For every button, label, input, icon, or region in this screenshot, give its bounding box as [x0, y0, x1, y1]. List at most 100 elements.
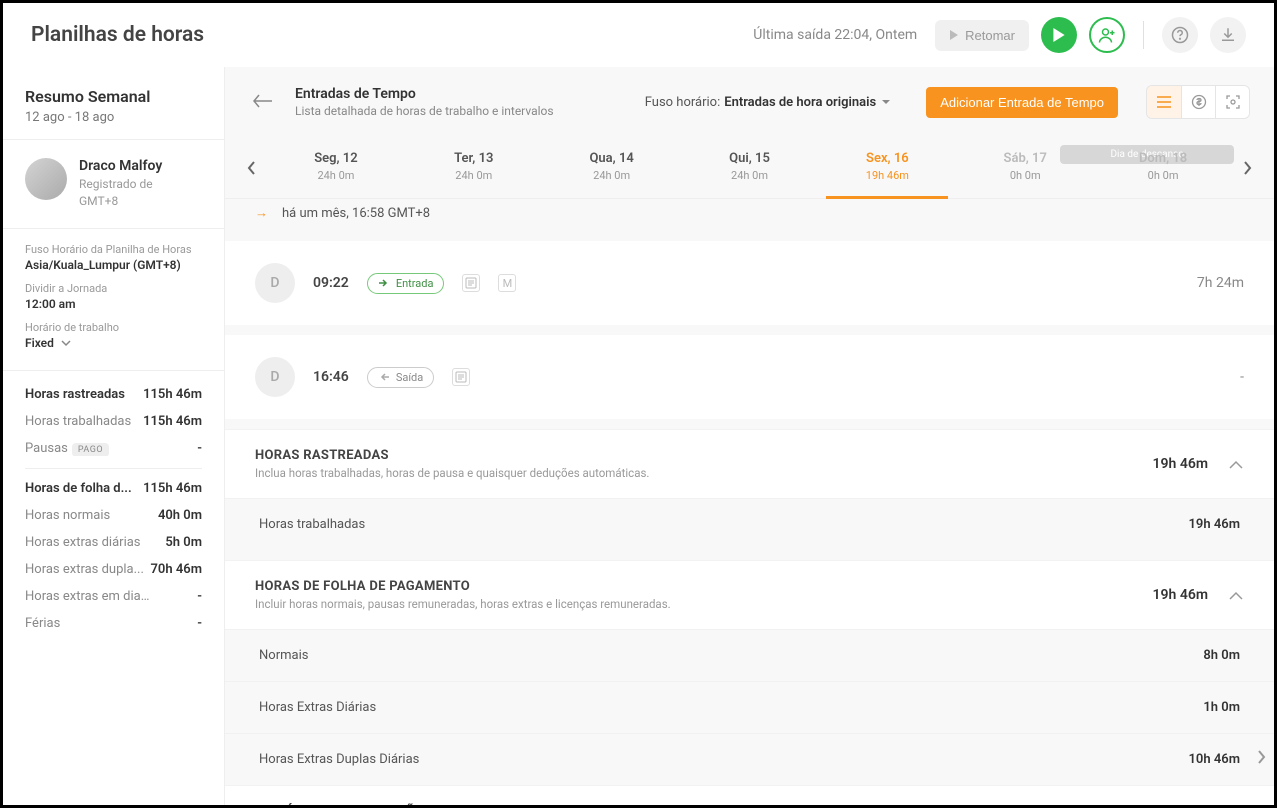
entry-chip: Entrada [367, 273, 445, 294]
sub-row: Horas Extras Diárias1h 0m [225, 681, 1274, 733]
chevron-left-icon [247, 160, 257, 176]
main-title: Entradas de Tempo [295, 86, 554, 102]
normal-k: Horas normais [25, 508, 110, 523]
holidays-v: - [197, 616, 202, 631]
back-button[interactable] [249, 88, 277, 116]
main-subtitle: Lista detalhada de horas de trabalho e i… [295, 104, 554, 118]
entry-duration: - [1240, 369, 1244, 385]
time-entry-row[interactable]: D 16:46 Saída - [225, 335, 1274, 419]
day-tab[interactable]: Seg, 12 24h 0m [267, 137, 405, 198]
download-button[interactable] [1210, 17, 1246, 53]
day-label: Dom, 18 [1094, 151, 1232, 166]
user-add-icon [1098, 26, 1116, 44]
chevron-down-icon [60, 337, 72, 349]
sub-row: Horas trabalhadas 19h 46m [225, 498, 1274, 550]
tracked-section-title: HORAS RASTREADAS [255, 448, 1153, 463]
next-week-button[interactable] [1232, 138, 1262, 198]
view-focus-button[interactable] [1215, 86, 1249, 118]
entry-avatar: D [255, 263, 295, 303]
user-name: Draco Malfoy [79, 158, 162, 174]
manual-badge: M [498, 274, 516, 292]
tz-sheet-label: Fuso Horário da Planilha de Horas [25, 243, 202, 256]
day-tab[interactable]: Ter, 13 24h 0m [405, 137, 543, 198]
chevron-right-icon [1242, 160, 1252, 176]
rest-ot-v: - [197, 589, 202, 604]
resume-button[interactable]: Retomar [935, 20, 1029, 51]
entry-time: 16:46 [313, 369, 349, 385]
download-icon [1219, 26, 1237, 44]
note-icon[interactable] [462, 274, 480, 292]
tz-dropdown[interactable]: Fuso horário: Entradas de hora originais [645, 95, 892, 110]
focus-icon [1225, 94, 1241, 110]
normal-v: 40h 0m [158, 508, 202, 523]
pauses-v: - [197, 441, 202, 456]
user-avatar [25, 158, 67, 200]
sub-row: Horas Extras Duplas Diárias10h 46m [225, 733, 1274, 785]
sub-row-key: Horas trabalhadas [259, 517, 365, 532]
day-label: Sáb, 17 [956, 151, 1094, 166]
play-button[interactable] [1041, 17, 1077, 53]
tz-sheet-value: Asia/Kuala_Lumpur (GMT+8) [25, 258, 202, 272]
entry-avatar: D [255, 357, 295, 397]
tracked-k: Horas rastreadas [25, 387, 125, 402]
collapse-payroll-button[interactable] [1228, 586, 1244, 605]
worked-k: Horas trabalhadas [25, 414, 131, 429]
date-range: 12 ago - 18 ago [25, 110, 202, 125]
prev-week-button[interactable] [237, 138, 267, 198]
view-money-button[interactable] [1181, 86, 1215, 118]
payroll-section-sub: Incluir horas normais, pausas remunerada… [255, 597, 1153, 611]
page-title: Planilhas de horas [31, 23, 741, 47]
chevron-up-icon [1228, 460, 1244, 470]
day-hours: 24h 0m [543, 169, 681, 182]
history-section-title: HISTÓRICO DE ALTERAÇÕES [255, 804, 1196, 805]
day-label: Qua, 14 [543, 151, 681, 166]
arrow-right-icon: → [255, 205, 268, 221]
day-tab[interactable]: Qua, 14 24h 0m [543, 137, 681, 198]
add-user-button[interactable] [1089, 17, 1125, 53]
sub-row-val: 1h 0m [1203, 700, 1240, 715]
schedule-dropdown[interactable]: Fixed [25, 336, 202, 350]
help-icon [1171, 26, 1189, 44]
time-entry-row[interactable]: D 09:22 Entrada M 7h 24m [225, 241, 1274, 325]
divider [25, 468, 202, 469]
day-label: Ter, 13 [405, 151, 543, 166]
schedule-value: Fixed [25, 336, 54, 350]
holidays-k: Férias [25, 616, 60, 631]
day-hours: 24h 0m [405, 169, 543, 182]
day-tab[interactable]: Sex, 1619h 46m [818, 137, 956, 198]
tz-label: Fuso horário: [645, 95, 721, 110]
add-entry-button[interactable]: Adicionar Entrada de Tempo [926, 87, 1118, 118]
double-ot-v: 70h 46m [151, 562, 203, 577]
help-button[interactable] [1162, 17, 1198, 53]
note-icon[interactable] [452, 368, 470, 386]
list-icon [1156, 95, 1172, 109]
daily-ot-v: 5h 0m [165, 535, 202, 550]
schedule-label: Horário de trabalho [25, 321, 202, 334]
day-hours: 24h 0m [267, 169, 405, 182]
payroll-section-title: HORAS DE FOLHA DE PAGAMENTO [255, 579, 1153, 594]
sub-row-key: Horas Extras Duplas Diárias [259, 752, 419, 767]
tz-value: Entradas de hora originais [724, 95, 876, 110]
day-tab[interactable]: Dom, 180h 0m [1094, 137, 1232, 198]
day-tab[interactable]: Qui, 1524h 0m [681, 137, 819, 198]
daily-ot-k: Horas extras diárias [25, 535, 141, 550]
day-label: Seg, 12 [267, 151, 405, 166]
arrow-left-icon [253, 94, 273, 108]
sub-row-val: 19h 46m [1189, 517, 1241, 532]
double-ot-k: Horas extras dupla... [25, 562, 144, 577]
payroll-section-val: 19h 46m [1153, 587, 1208, 603]
day-label: Qui, 15 [681, 151, 819, 166]
payroll-v: 115h 46m [143, 481, 202, 496]
scroll-right-button[interactable] [1256, 749, 1266, 769]
play-icon [1052, 28, 1066, 42]
sub-row: Normais8h 0m [225, 629, 1274, 681]
day-tab[interactable]: Sáb, 170h 0m [956, 137, 1094, 198]
day-hours: 19h 46m [818, 169, 956, 182]
resume-label: Retomar [965, 28, 1015, 43]
payroll-k: Horas de folha d... [25, 481, 132, 496]
collapse-tracked-button[interactable] [1228, 455, 1244, 474]
view-list-button[interactable] [1147, 86, 1181, 118]
user-meta: Registrado deGMT+8 [79, 176, 162, 210]
summary-title: Resumo Semanal [25, 87, 202, 106]
worked-v: 115h 46m [143, 414, 202, 429]
